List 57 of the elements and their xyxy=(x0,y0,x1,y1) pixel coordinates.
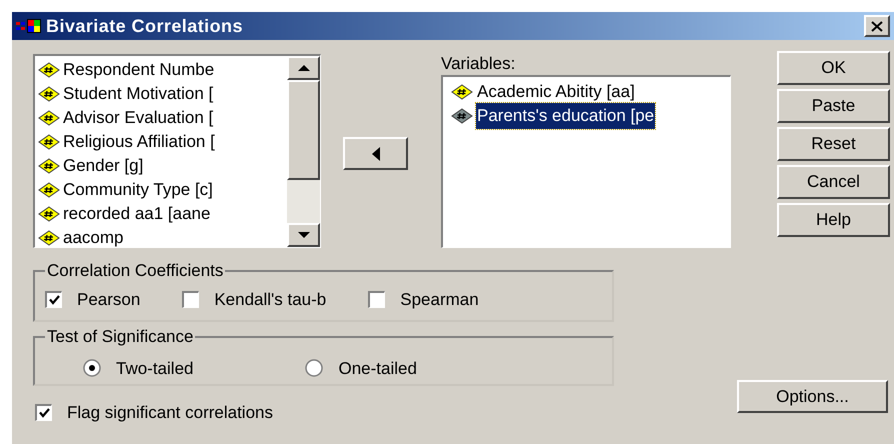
scroll-thumb[interactable] xyxy=(287,80,320,180)
variable-item[interactable]: Respondent Numbe xyxy=(38,58,287,82)
checkmark-icon xyxy=(48,294,60,305)
variable-item[interactable]: Gender [g] xyxy=(38,154,287,178)
group-title: Correlation Coefficients xyxy=(46,260,224,282)
up-arrow-icon xyxy=(298,65,310,71)
variable-item[interactable]: Community Type [c] xyxy=(38,178,287,202)
source-variable-list[interactable]: Respondent Numbe Student Motivation [ Advisor Evaluation [ Religious Affiliation [ Gender [g] Community Type [c] recorded aa1 [aane aacomp xyxy=(33,54,321,248)
radio-button[interactable] xyxy=(83,359,101,378)
dialog-button[interactable]: Help xyxy=(777,203,890,237)
dialog-button[interactable]: Reset xyxy=(777,127,890,161)
variable-item[interactable]: aacomp xyxy=(38,226,287,247)
radio-button[interactable] xyxy=(305,359,324,378)
numeric-variable-icon xyxy=(451,108,473,124)
app-icon xyxy=(16,18,42,34)
numeric-variable-icon xyxy=(38,110,60,126)
window-title: Bivariate Correlations xyxy=(46,14,243,38)
numeric-variable-icon xyxy=(38,158,60,174)
numeric-variable-icon xyxy=(38,230,60,246)
variables-list[interactable]: Academic Abitity [aa] Parents's education [pe xyxy=(441,75,731,248)
checkmark-icon xyxy=(38,408,50,418)
checkbox-label[interactable]: Flag significant correlations xyxy=(67,400,273,426)
numeric-variable-icon xyxy=(38,86,60,102)
numeric-variable-icon xyxy=(451,84,473,100)
numeric-variable-icon xyxy=(38,206,60,222)
radio-label[interactable]: One-tailed xyxy=(338,356,417,381)
variables-label: Variables: xyxy=(441,54,516,75)
numeric-variable-icon xyxy=(38,134,60,150)
checkbox-label[interactable]: Spearman xyxy=(400,286,479,312)
close-button[interactable] xyxy=(864,15,890,37)
checkbox[interactable] xyxy=(45,290,62,308)
dialog-button[interactable]: Cancel xyxy=(777,165,890,199)
variable-item[interactable]: Academic Abitity [aa] xyxy=(476,79,636,105)
scroll-up-button[interactable] xyxy=(287,56,320,80)
close-icon xyxy=(871,20,883,32)
variable-item[interactable]: Student Motivation [ xyxy=(38,82,287,106)
checkbox-label[interactable]: Pearson xyxy=(77,286,140,312)
checkbox[interactable] xyxy=(182,290,200,308)
variable-item[interactable]: Religious Affiliation [ xyxy=(38,130,287,154)
variable-item[interactable]: Advisor Evaluation [ xyxy=(38,106,287,130)
dialog-button[interactable]: Paste xyxy=(777,89,890,123)
numeric-variable-icon xyxy=(38,182,60,198)
scroll-down-button[interactable] xyxy=(287,223,320,247)
move-button[interactable] xyxy=(343,137,408,170)
variable-item[interactable]: Parents's education [pe xyxy=(476,103,656,129)
dialog-button[interactable]: OK xyxy=(777,51,890,85)
left-arrow-icon xyxy=(372,146,380,160)
scrollbar[interactable] xyxy=(287,56,320,247)
checkbox-label[interactable]: Kendall's tau-b xyxy=(214,286,326,312)
variable-item[interactable]: recorded aa1 [aane xyxy=(38,202,287,226)
checkbox[interactable] xyxy=(35,404,52,422)
options-button[interactable]: Options... xyxy=(737,380,888,413)
radio-label[interactable]: Two-tailed xyxy=(116,356,194,381)
down-arrow-icon xyxy=(298,232,310,238)
group-title: Test of Significance xyxy=(46,326,194,348)
checkbox[interactable] xyxy=(368,290,386,308)
numeric-variable-icon xyxy=(38,62,60,78)
